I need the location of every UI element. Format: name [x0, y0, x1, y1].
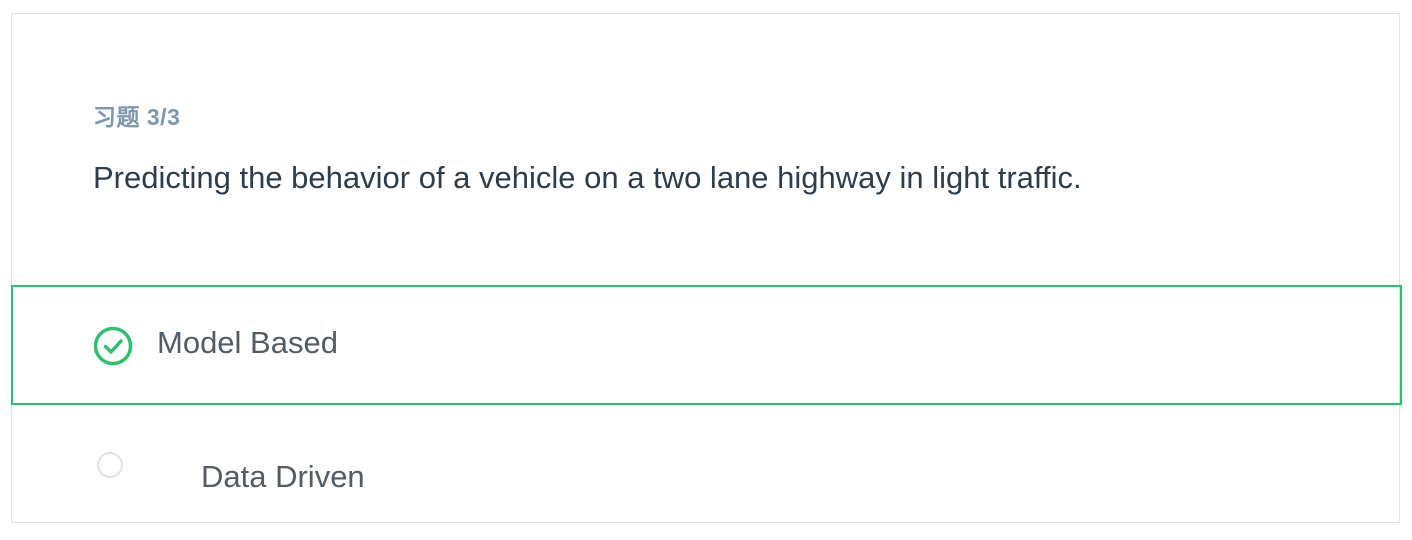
question-header: 习题 3/3 Predicting the behavior of a vehi… — [12, 14, 1399, 286]
radio-empty-icon[interactable] — [97, 452, 123, 478]
option-label: Model Based — [157, 325, 338, 360]
question-text: Predicting the behavior of a vehicle on … — [93, 160, 1082, 195]
quiz-card: 习题 3/3 Predicting the behavior of a vehi… — [11, 13, 1402, 525]
exercise-counter: 习题 3/3 — [93, 104, 181, 130]
option-data-driven[interactable]: Data Driven — [11, 405, 1402, 525]
option-model-based[interactable]: Model Based — [11, 285, 1402, 405]
option-label: Data Driven — [201, 459, 365, 494]
check-circle-icon — [93, 326, 133, 366]
